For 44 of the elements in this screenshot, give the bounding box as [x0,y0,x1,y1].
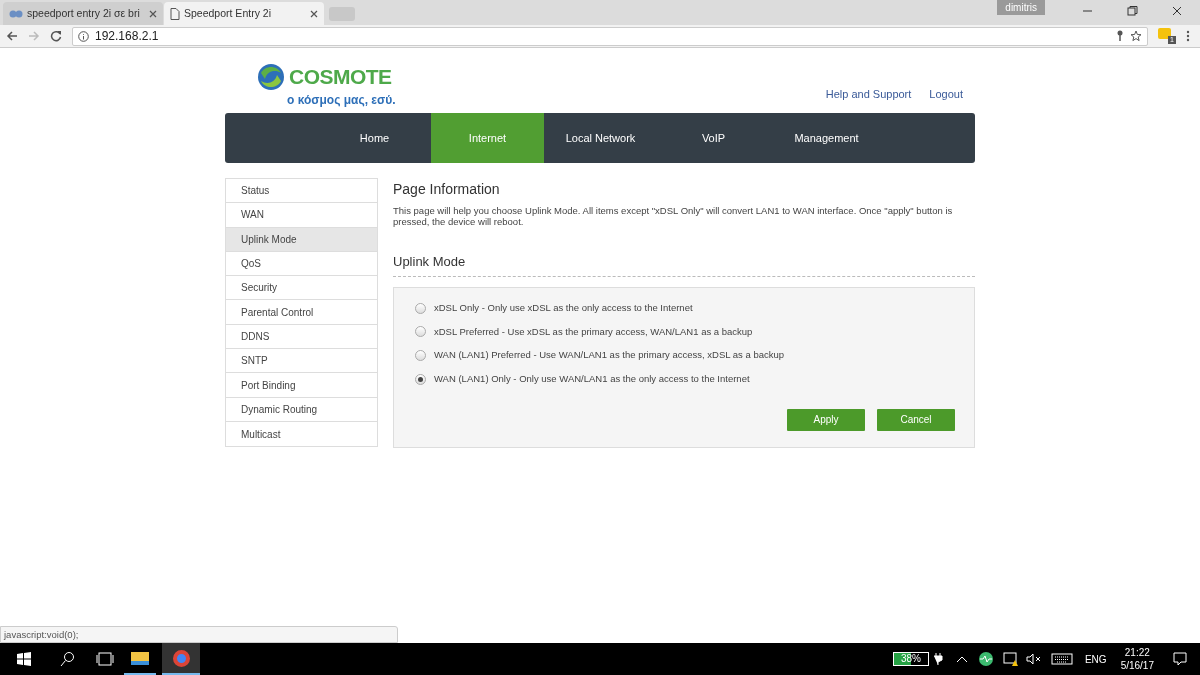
star-icon[interactable] [1130,30,1142,42]
sidebar-item[interactable]: Uplink Mode [226,227,377,252]
binoculars-icon [9,8,23,19]
option-label: WAN (LAN1) Only - Only use WAN/LAN1 as the only access to the Internet [434,371,750,386]
brand-tagline: ο κόσμος μας, εσύ. [287,91,396,109]
more-icon[interactable] [1186,30,1190,42]
page-icon [170,7,180,20]
radio-button[interactable] [415,350,426,361]
key-icon[interactable] [1116,30,1124,42]
logo-icon [257,62,285,91]
battery-indicator: 38% [892,652,929,666]
close-icon[interactable] [149,9,157,18]
option-label: xDSL Only - Only use xDSL as the only access to the Internet [434,301,693,316]
brand-name: COSMOTE [289,64,392,90]
browser-tab[interactable]: Speedport Entry 2i [164,2,324,25]
status-url: javascript:void(0); [0,626,398,643]
page-description: This page will help you choose Uplink Mode. All items except "xDSL Only" will convert LAN1 to WAN interface. Once "apply" button is pressed, the device will reboot. [393,205,954,227]
info-icon [78,30,89,42]
option-label: xDSL Preferred - Use xDSL as the primary access, WAN/LAN1 as a backup [434,324,753,339]
language-indicator[interactable]: ENG [1076,651,1115,667]
nav-tab[interactable]: VoIP [657,113,770,163]
close-icon[interactable] [310,9,318,18]
tab-title: Speedport Entry 2i [184,5,271,21]
radio-button[interactable] [415,326,426,338]
back-icon[interactable] [6,30,18,42]
nav-tab[interactable]: Management [770,113,883,163]
header-link[interactable]: Help and Support [825,86,912,103]
clock-date[interactable]: 5/16/17 [1120,659,1154,672]
radio-button[interactable] [415,302,426,314]
option-label: WAN (LAN1) Preferred - Use WAN/LAN1 as the primary access, xDSL as a backup [434,348,785,363]
reload-icon[interactable] [50,30,62,42]
page-title: Page Information [393,180,501,199]
section-title: Uplink Mode [393,252,975,277]
nav-tab[interactable]: Home [318,113,431,163]
header-link[interactable]: Logout [929,86,963,103]
clock-time[interactable]: 21:22 [1124,646,1150,659]
address-bar[interactable]: 192.168.2.1 [72,26,1148,46]
action-button[interactable]: Apply [787,408,865,431]
radio-button[interactable] [415,373,426,385]
browser-tab[interactable]: speedport entry 2i σε bri [3,2,163,25]
url-text: 192.168.2.1 [95,28,160,45]
tab-title: speedport entry 2i σε bri [27,5,140,21]
nav-tab[interactable]: Local Network [544,113,657,163]
action-button[interactable]: Cancel [877,408,955,431]
